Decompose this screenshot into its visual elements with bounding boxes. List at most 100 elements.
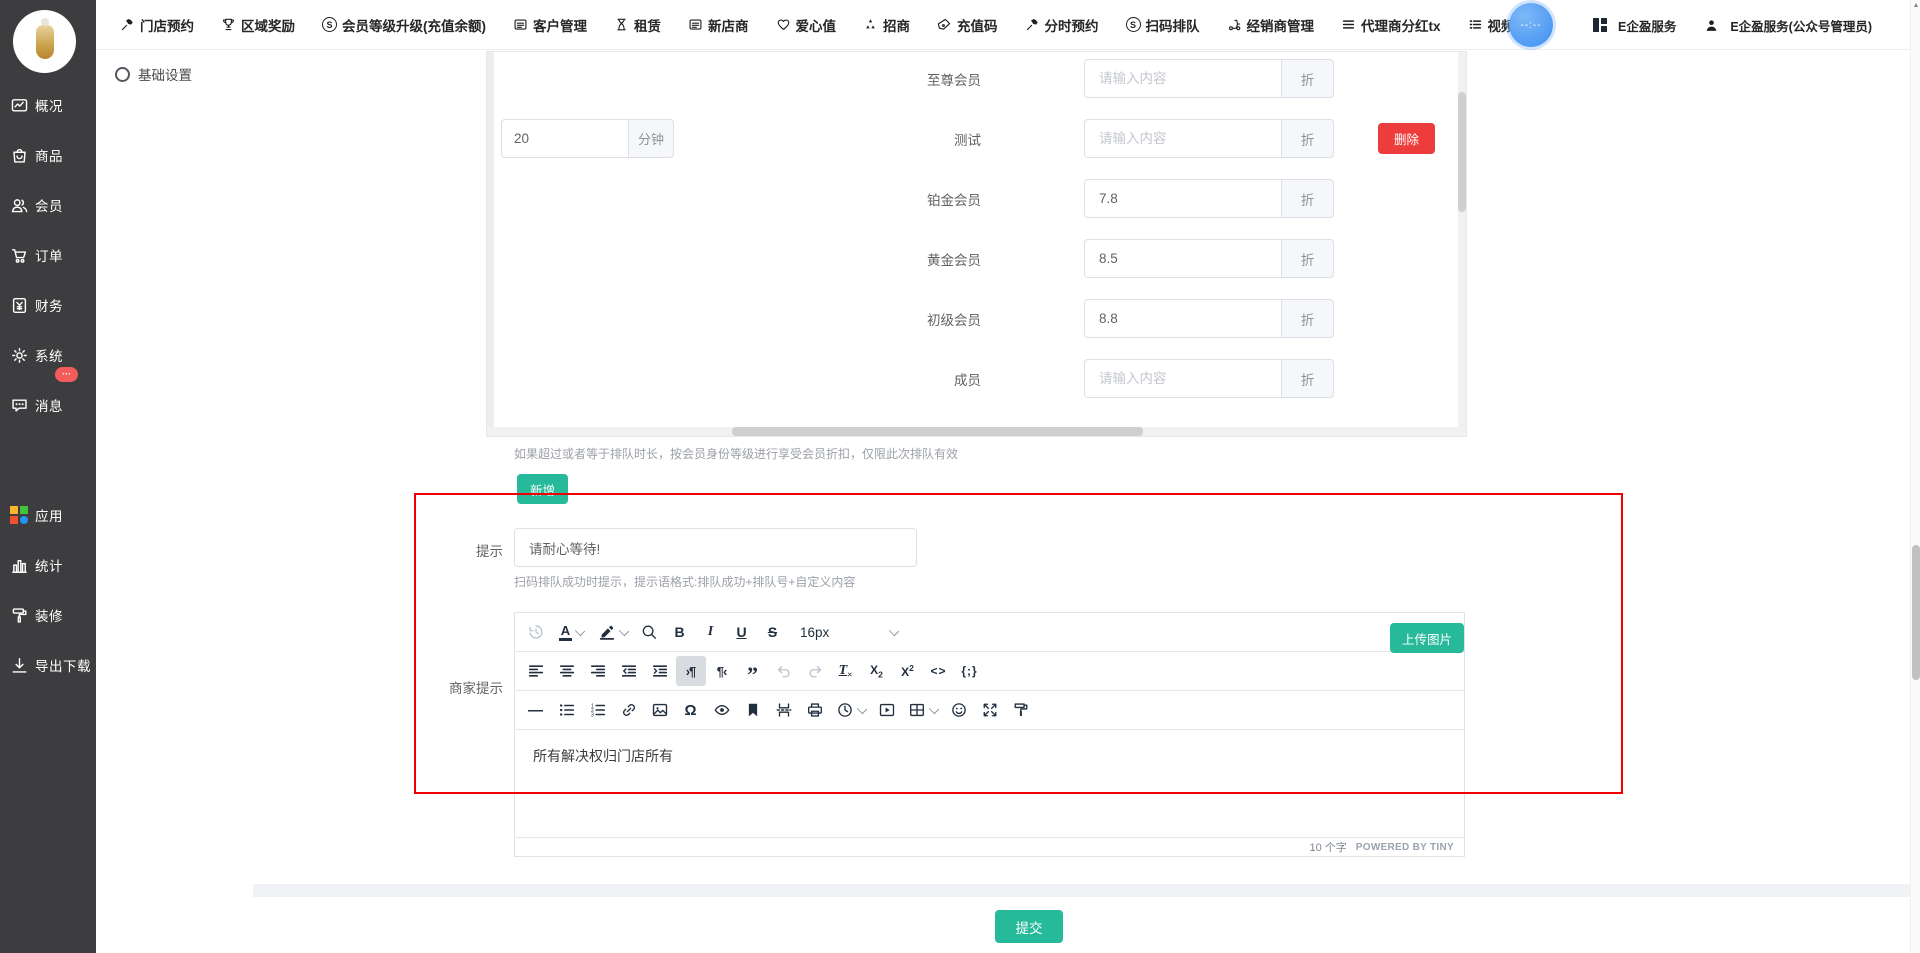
rtl-icon[interactable]: ¶‹ xyxy=(707,656,737,686)
code-sample-icon[interactable]: {;} xyxy=(955,656,985,686)
topnav-item-store-booking[interactable]: 门店预约 xyxy=(120,15,194,35)
image-icon[interactable] xyxy=(645,695,675,725)
form-footer: 提交 xyxy=(253,897,1910,953)
account-item-service[interactable]: E企盈服务 xyxy=(1593,16,1676,35)
topnav-item-investment[interactable]: 招商 xyxy=(863,15,910,35)
monitor-chart-icon xyxy=(9,95,29,115)
pen-nib-icon xyxy=(937,17,952,32)
italic-icon[interactable]: I xyxy=(696,617,726,647)
clear-format-icon[interactable]: T× xyxy=(831,656,861,686)
member-discount-input-3[interactable] xyxy=(1084,239,1281,278)
app-window: 概况商品会员订单财务系统消息··· 应用统计装修导出下载 门店预约 区域奖励 S会员等… xyxy=(0,0,1920,953)
align-left-icon[interactable] xyxy=(521,656,551,686)
topnav-item-recharge-code[interactable]: 充值码 xyxy=(937,15,998,35)
topnav-item-time-booking[interactable]: 分时预约 xyxy=(1025,15,1099,35)
chevron-down-icon xyxy=(618,625,628,635)
topnav-item-member-upgrade[interactable]: S会员等级升级(充值余额) xyxy=(322,15,486,35)
text-color-icon[interactable]: A xyxy=(552,617,592,647)
numbered-list-icon[interactable]: 123 xyxy=(583,695,613,725)
member-row-label: 成员 xyxy=(861,369,981,389)
queue-duration-input[interactable] xyxy=(501,119,628,158)
sidebar-item-overview[interactable]: 概况 xyxy=(0,80,96,130)
delete-row-button[interactable]: 删除 xyxy=(1378,123,1435,154)
sidebar-item-orders[interactable]: 订单 xyxy=(0,230,96,280)
sidebar-item-products[interactable]: 商品 xyxy=(0,130,96,180)
search-icon[interactable] xyxy=(634,617,664,647)
fullscreen-icon[interactable] xyxy=(975,695,1005,725)
page-break-icon[interactable] xyxy=(769,695,799,725)
sidebar-item-members[interactable]: 会员 xyxy=(0,180,96,230)
topnav-item-dealer-mgmt[interactable]: 经销商管理 xyxy=(1227,15,1315,35)
member-discount-input-0[interactable] xyxy=(1084,59,1281,98)
font-size-select[interactable]: 16px xyxy=(790,617,908,647)
undo-icon[interactable] xyxy=(769,656,799,686)
superscript-icon[interactable]: X2 xyxy=(893,656,923,686)
topnav-item-region-reward[interactable]: 区域奖励 xyxy=(221,15,295,35)
member-discount-input-4[interactable] xyxy=(1084,299,1281,338)
topnav-item-customer-mgmt[interactable]: 客户管理 xyxy=(513,15,587,35)
format-paint-icon[interactable] xyxy=(1006,695,1036,725)
emoji-icon[interactable] xyxy=(944,695,974,725)
page-scrollbar[interactable]: ▲ xyxy=(1910,0,1920,953)
panel-horizontal-scrollbar[interactable] xyxy=(487,427,1466,436)
topnav-item-agent-dividend[interactable]: 代理商分红tx xyxy=(1341,15,1441,35)
strikethrough-icon[interactable]: S xyxy=(758,617,788,647)
bold-icon[interactable]: B xyxy=(665,617,695,647)
account-item-admin[interactable]: E企盈服务(公众号管理员) xyxy=(1704,16,1872,35)
powered-by-tiny[interactable]: POWERED BY TINY xyxy=(1356,842,1454,853)
outdent-icon[interactable] xyxy=(614,656,644,686)
history-icon[interactable] xyxy=(521,617,551,647)
store-avatar[interactable] xyxy=(13,10,76,73)
submenu-item-basic-settings[interactable]: 基础设置 xyxy=(115,64,192,84)
inline-code-icon[interactable]: <> xyxy=(924,656,954,686)
media-icon[interactable] xyxy=(872,695,902,725)
panel-horizontal-scroll-thumb[interactable] xyxy=(732,427,1143,436)
topnav-item-love-value[interactable]: 爱心值 xyxy=(776,15,837,35)
indent-icon[interactable] xyxy=(645,656,675,686)
member-discount-input-5[interactable] xyxy=(1084,359,1281,398)
sidebar-item-system[interactable]: 系统 xyxy=(0,330,96,380)
upload-image-button[interactable]: 上传图片 xyxy=(1390,623,1464,653)
sidebar-item-finance[interactable]: 财务 xyxy=(0,280,96,330)
panel-vertical-scroll-thumb[interactable] xyxy=(1458,92,1466,212)
table-icon[interactable] xyxy=(903,695,943,725)
datetime-icon[interactable] xyxy=(831,695,871,725)
sidebar-item-apps[interactable]: 应用 xyxy=(0,490,96,540)
preview-icon[interactable] xyxy=(707,695,737,725)
cart-icon xyxy=(9,245,29,265)
bullet-list-icon[interactable] xyxy=(552,695,582,725)
topnav-item-new-store[interactable]: 新店商 xyxy=(688,15,749,35)
sidebar-item-messages[interactable]: 消息··· xyxy=(0,380,96,430)
blockquote-icon[interactable]: ” xyxy=(738,656,768,686)
clock-avatar[interactable]: --:-- xyxy=(1509,3,1553,47)
editor-content-area[interactable]: 所有解决权归门店所有 xyxy=(515,730,1464,837)
ltr-icon[interactable]: ›¶ xyxy=(676,656,706,686)
topnav-item-scan-queue[interactable]: S扫码排队 xyxy=(1126,15,1200,35)
member-discount-input-2[interactable] xyxy=(1084,179,1281,218)
underline-icon[interactable]: U xyxy=(727,617,757,647)
hr-icon[interactable]: — xyxy=(521,695,551,725)
print-icon[interactable] xyxy=(800,695,830,725)
id-card-icon xyxy=(688,17,703,32)
page-scroll-thumb[interactable] xyxy=(1912,545,1920,680)
sidebar-item-stats[interactable]: 统计 xyxy=(0,540,96,590)
sidebar-item-decorate[interactable]: 装修 xyxy=(0,590,96,640)
subscript-icon[interactable]: X2 xyxy=(862,656,892,686)
member-row: 成员 折 xyxy=(487,359,1451,398)
member-row: 分钟 测试 折 删除 xyxy=(487,119,1451,158)
member-discount-input-1[interactable] xyxy=(1084,119,1281,158)
tip-input[interactable] xyxy=(514,528,917,567)
sidebar-item-export[interactable]: 导出下载 xyxy=(0,640,96,690)
redo-icon[interactable] xyxy=(800,656,830,686)
add-row-button[interactable]: 新增 xyxy=(517,474,568,504)
link-icon[interactable] xyxy=(614,695,644,725)
anchor-icon[interactable] xyxy=(738,695,768,725)
special-char-icon[interactable]: Ω xyxy=(676,695,706,725)
highlight-color-icon[interactable] xyxy=(593,617,633,647)
scroll-up-arrow-icon[interactable]: ▲ xyxy=(1911,2,1920,9)
align-center-icon[interactable] xyxy=(552,656,582,686)
topnav-item-leasing[interactable]: 租赁 xyxy=(614,15,661,35)
align-right-icon[interactable] xyxy=(583,656,613,686)
panel-vertical-scrollbar[interactable] xyxy=(1458,52,1466,427)
submit-button[interactable]: 提交 xyxy=(995,910,1063,943)
